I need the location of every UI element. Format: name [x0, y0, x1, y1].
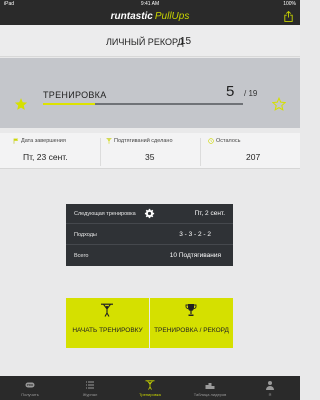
stat-label: Подтягиваний сделано: [114, 138, 173, 144]
logo-part-2: PullUps: [154, 11, 190, 22]
tab-label: Журнал: [82, 392, 98, 397]
podium-icon: [205, 383, 215, 389]
sets-label: Подходы: [74, 232, 97, 238]
stat-end-date: Дата завершения Пт, 23 сент.: [0, 133, 100, 169]
stat-label: Осталось: [216, 138, 241, 144]
training-total: / 19: [244, 89, 258, 98]
personal-record: ЛИЧНЫЙ РЕКОРД 15: [0, 25, 300, 57]
app-bar: runtastic PullUps: [0, 8, 300, 25]
training-current: 5: [226, 83, 235, 100]
gear-icon[interactable]: [144, 208, 155, 219]
training-progress-bar: [43, 103, 243, 105]
tab-training[interactable]: Тренировка: [120, 376, 180, 400]
star-outline-icon[interactable]: [272, 97, 286, 111]
tab-label: Таблица лидеров: [193, 392, 227, 397]
next-training-total-row: Всего 10 Подтягивания: [66, 246, 233, 266]
tab-leaderboard[interactable]: Таблица лидеров: [180, 376, 240, 400]
tab-bar: PRO Получить Журнал Тренировка Таблица л…: [0, 376, 300, 400]
total-value: 10 Подтягивания: [169, 252, 221, 259]
next-training-sets-row: Подходы 3 - 3 - 2 - 2: [66, 225, 233, 245]
tab-me[interactable]: Я: [240, 376, 300, 400]
next-training-date: Пт, 2 сент.: [194, 210, 225, 217]
flag-icon: [13, 138, 19, 144]
pullup-icon: [101, 303, 113, 317]
tab-label: Получить: [21, 392, 39, 397]
record-training-label: ТРЕНИРОВКА / РЕКОРД: [154, 327, 229, 334]
svg-text:PRO: PRO: [27, 383, 34, 387]
training-progress-fill: [43, 103, 95, 105]
tab-label: Я: [268, 392, 272, 397]
app-logo: runtastic PullUps: [0, 11, 300, 22]
status-bar: iPad 9:41 AM 100%: [0, 0, 300, 8]
tab-journal[interactable]: Журнал: [60, 376, 120, 400]
clock-label: 9:41 AM: [140, 1, 160, 7]
pro-icon: PRO: [25, 382, 35, 388]
record-label: ЛИЧНЫЙ РЕКОРД: [106, 37, 184, 47]
tab-get-pro[interactable]: PRO Получить: [0, 376, 60, 400]
next-training-header: Следующая тренировка Пт, 2 сент.: [66, 204, 233, 224]
star-filled-icon[interactable]: [14, 97, 28, 111]
sets-value: 3 - 3 - 2 - 2: [179, 231, 211, 238]
trophy-icon: [185, 304, 197, 316]
total-label: Всего: [74, 253, 89, 259]
start-training-label: НАЧАТЬ ТРЕНИРОВКУ: [72, 327, 143, 334]
share-icon[interactable]: [284, 11, 293, 22]
battery-label: 100%: [283, 1, 296, 7]
stat-pullups-done: Подтягиваний сделано 35: [100, 133, 200, 169]
pullup-icon: [145, 380, 155, 390]
next-training-label: Следующая тренировка: [74, 211, 136, 217]
record-training-button[interactable]: ТРЕНИРОВКА / РЕКОРД: [150, 298, 233, 348]
stats-row: Дата завершения Пт, 23 сент. Подтягивани…: [0, 133, 300, 169]
stat-remaining: Осталось 207: [200, 133, 300, 169]
logo-part-1: runtastic: [110, 11, 153, 22]
training-progress-panel: ТРЕНИРОВКА 5 / 19: [0, 58, 300, 128]
stat-value: Пт, 23 сент.: [23, 152, 68, 162]
next-training-card[interactable]: Следующая тренировка Пт, 2 сент. Подходы…: [66, 204, 233, 266]
clock-icon: [208, 138, 214, 144]
person-icon: [266, 381, 274, 390]
pullup-icon: [106, 138, 112, 144]
start-training-button[interactable]: НАЧАТЬ ТРЕНИРОВКУ: [66, 298, 149, 348]
list-icon: [86, 381, 94, 389]
stat-value: 35: [145, 152, 155, 162]
stat-value: 207: [246, 152, 261, 162]
record-value: 15: [180, 36, 192, 47]
stat-label: Дата завершения: [21, 138, 66, 144]
training-title: ТРЕНИРОВКА: [43, 90, 107, 100]
tab-label: Тренировка: [139, 392, 161, 397]
